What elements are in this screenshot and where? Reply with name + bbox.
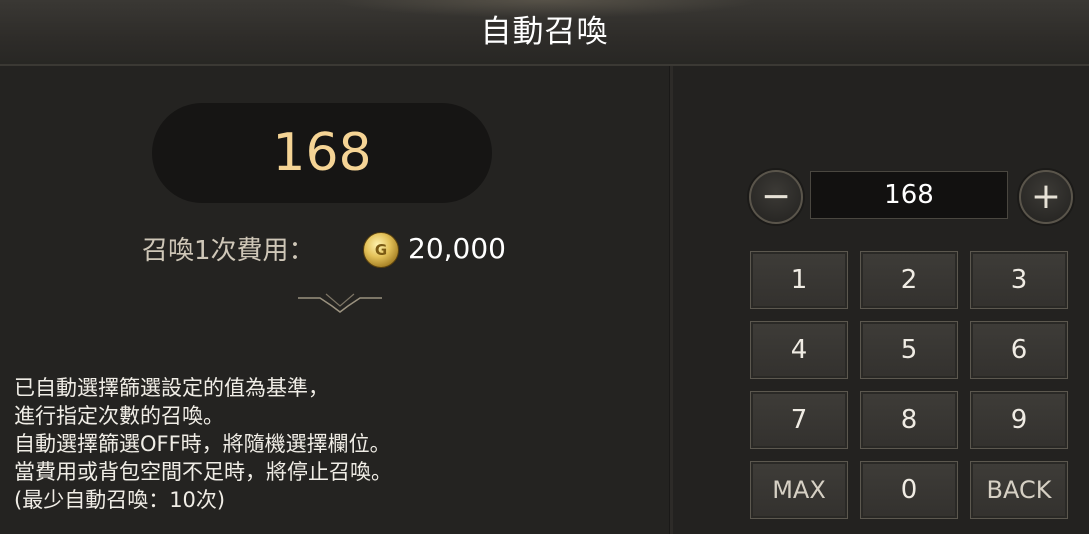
description-line: (最少自動召喚：10次) <box>14 488 226 512</box>
key-3[interactable]: 3 <box>970 251 1068 309</box>
header-bar: 自動召喚 <box>0 0 1089 66</box>
max-button[interactable]: MAX <box>750 461 848 519</box>
key-4[interactable]: 4 <box>750 321 848 379</box>
description-line: 當費用或背包空間不足時，將停止召喚。 <box>14 460 392 484</box>
page-title: 自動召喚 <box>480 14 609 50</box>
summon-count-display: 168 <box>152 103 492 203</box>
cost-value: 20,000 <box>408 232 506 265</box>
ornament-divider <box>40 293 640 313</box>
key-1[interactable]: 1 <box>750 251 848 309</box>
minus-icon: − <box>760 176 792 217</box>
cost-label: 召喚1次費用： <box>142 236 315 266</box>
key-8[interactable]: 8 <box>860 391 958 449</box>
key-9[interactable]: 9 <box>970 391 1068 449</box>
key-6[interactable]: 6 <box>970 321 1068 379</box>
count-input[interactable]: 168 <box>810 171 1008 219</box>
key-5[interactable]: 5 <box>860 321 958 379</box>
plus-icon: + <box>1030 176 1062 217</box>
key-7[interactable]: 7 <box>750 391 848 449</box>
auto-summon-description: 已自動選擇篩選設定的值為基準， 進行指定次數的召喚。 自動選擇篩選OFF時，將隨… <box>14 374 654 514</box>
summon-count-value: 168 <box>272 123 372 183</box>
key-2[interactable]: 2 <box>860 251 958 309</box>
description-line: 已自動選擇篩選設定的值為基準， <box>14 376 329 400</box>
decrement-button[interactable]: − <box>749 170 803 224</box>
back-button[interactable]: BACK <box>970 461 1068 519</box>
description-line: 自動選擇篩選OFF時，將隨機選擇欄位。 <box>14 432 391 456</box>
increment-button[interactable]: + <box>1019 170 1073 224</box>
key-0[interactable]: 0 <box>860 461 958 519</box>
description-line: 進行指定次數的召喚。 <box>14 404 224 428</box>
gold-coin-icon: G <box>363 232 399 268</box>
